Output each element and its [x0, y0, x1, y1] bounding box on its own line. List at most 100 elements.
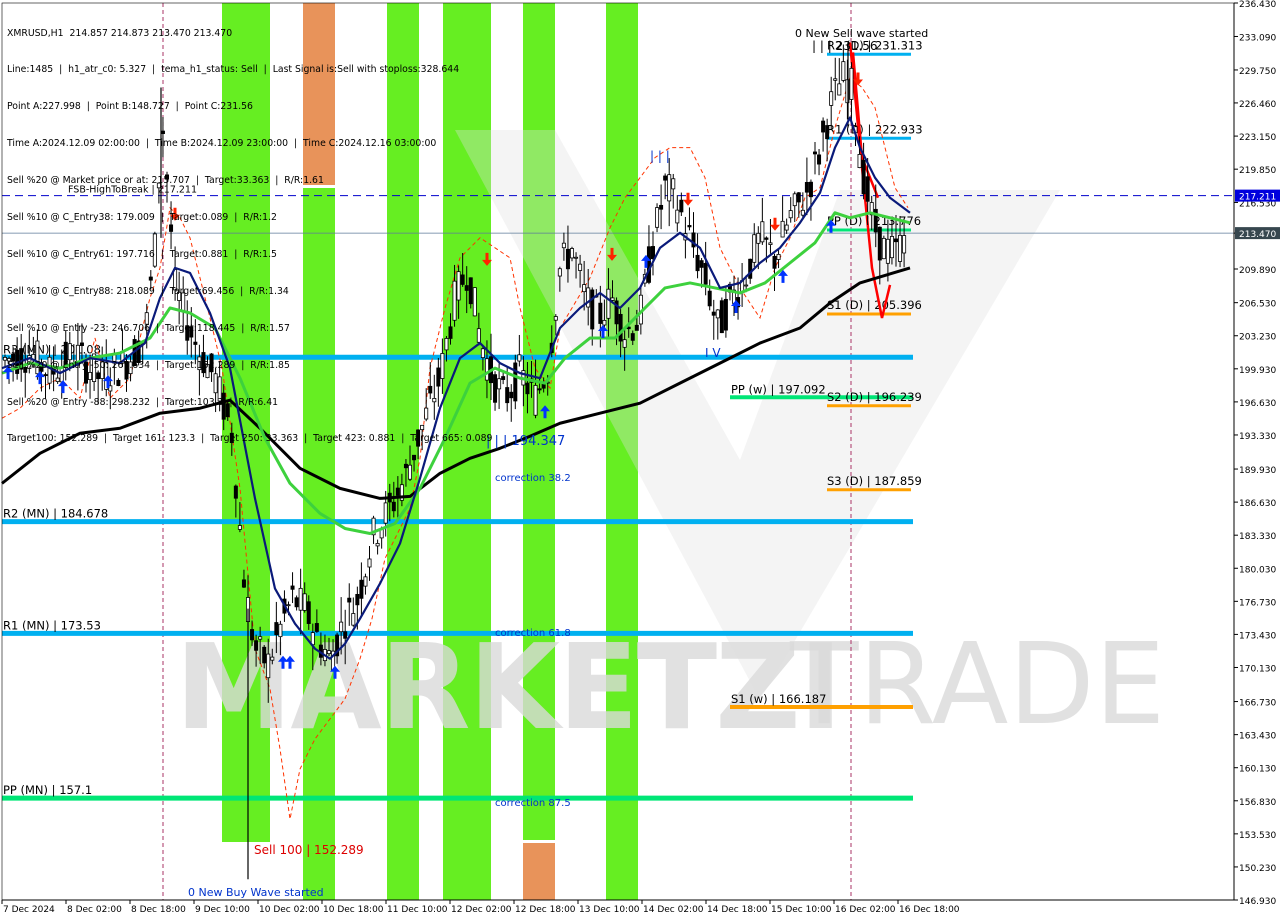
candle-body: [570, 248, 575, 259]
candle-body: [509, 391, 514, 399]
price-tick-label: 219.850: [1239, 166, 1276, 176]
price-tick-label: 229.750: [1239, 67, 1276, 77]
candle: [719, 297, 724, 334]
candle-body: [748, 258, 753, 279]
candle-body: [760, 221, 765, 243]
candle-body: [606, 288, 611, 319]
candle-body: [294, 597, 299, 608]
pivot-level-label: S1 (w) | 166.187: [731, 692, 826, 706]
candle-body: [679, 199, 684, 213]
candle-body: [699, 260, 704, 268]
price-tick-label: 189.930: [1239, 466, 1276, 476]
candle-body: [505, 387, 510, 404]
candle-body: [780, 220, 785, 238]
price-tick-label: 156.830: [1239, 798, 1276, 808]
candle-body: [646, 246, 651, 283]
candle-body: [898, 234, 903, 262]
candle: [359, 562, 364, 617]
candle: [788, 197, 793, 223]
current-price-tag-text: 213.470: [1239, 230, 1276, 240]
pivot-level-label: R2 (MN) | 184.678: [3, 507, 108, 521]
annotation-label: I V: [705, 346, 721, 360]
price-tick-label: 199.930: [1239, 366, 1276, 376]
candle-body: [493, 374, 498, 403]
candle-body: [877, 226, 882, 261]
candle: [699, 258, 704, 288]
candle-body: [258, 636, 263, 640]
candle-body: [651, 246, 656, 260]
candle-body: [792, 193, 797, 207]
candle: [367, 546, 372, 581]
annotation-label: correction 38.2: [495, 473, 571, 484]
symbol-title: XMRUSD,H1 214.857 214.873 213.470 213.47…: [7, 27, 233, 39]
info-line: Sell %10 @ Entry -23: 246.706 | Target:1…: [7, 322, 290, 334]
candle-body: [634, 324, 639, 331]
candle: [813, 142, 818, 175]
candle-body: [262, 646, 267, 664]
candle-body: [667, 174, 672, 202]
info-line: Sell %10 @ C_Entry61: 197.716 | Target:0…: [7, 248, 277, 260]
time-tick-label: 15 Dec 10:00: [771, 905, 832, 915]
candle: [723, 287, 728, 338]
candle-body: [711, 311, 716, 316]
candle-body: [837, 83, 842, 96]
candle: [752, 223, 757, 267]
candle-body: [655, 207, 660, 228]
candle: [817, 149, 822, 176]
info-line: Time A:2024.12.09 02:00:00 | Time B:2024…: [7, 138, 437, 150]
price-tick-label: 223.150: [1239, 133, 1276, 143]
candle: [691, 212, 696, 258]
price-tick-label: 203.230: [1239, 333, 1276, 343]
candle-body: [383, 502, 388, 524]
candle: [715, 309, 720, 340]
info-line: Sell %20 @ Market price or at: 215.707 |…: [7, 175, 324, 187]
candle: [772, 253, 777, 292]
candle-body: [586, 287, 591, 308]
candle-body: [796, 192, 801, 203]
candle-body: [557, 268, 562, 277]
candle: [825, 118, 830, 162]
annotation-label: 0 New Buy Wave started: [188, 886, 324, 899]
candle: [351, 597, 356, 627]
candle: [671, 173, 676, 209]
price-tick-label: 180.030: [1239, 565, 1276, 575]
candle-body: [574, 256, 579, 259]
candle-body: [553, 316, 558, 321]
candle-body: [861, 159, 866, 195]
info-line: Sell %10 @ C_Entry38: 179.009 | Target:0…: [7, 212, 277, 224]
price-tick-label: 233.090: [1239, 33, 1276, 43]
time-tick-label: 14 Dec 02:00: [643, 905, 704, 915]
candle-body: [804, 181, 809, 193]
info-line: Target100: 152.289 | Target 161: 123.3 |…: [7, 433, 493, 445]
candle-body: [849, 67, 854, 100]
candle-body: [533, 384, 538, 416]
candle: [760, 197, 765, 245]
candle-body: [695, 254, 700, 272]
candle-body: [881, 237, 886, 260]
candle-body: [351, 613, 356, 626]
price-tick-label: 163.430: [1239, 732, 1276, 742]
candle-body: [744, 284, 749, 287]
candle: [780, 196, 785, 238]
candle-body: [707, 290, 712, 307]
candle-body: [772, 255, 777, 269]
candle-body: [278, 623, 283, 638]
candle-body: [764, 237, 769, 240]
candle-body: [582, 284, 587, 293]
annotation-label: | | | 231.56: [812, 39, 878, 53]
candle-body: [250, 629, 255, 641]
candle: [881, 235, 886, 260]
candle-body: [610, 297, 615, 301]
candle-body: [314, 623, 319, 632]
candle-body: [347, 597, 352, 603]
candle-body: [841, 61, 846, 81]
price-tick-label: 196.630: [1239, 399, 1276, 409]
price-tick-label: 226.460: [1239, 100, 1276, 110]
candle-body: [800, 209, 805, 216]
candle-body: [784, 224, 789, 231]
candle: [837, 58, 842, 96]
candle-body: [885, 238, 890, 264]
price-tick-label: 193.330: [1239, 432, 1276, 442]
price-tick-label: 160.130: [1239, 765, 1276, 775]
candle-body: [598, 302, 603, 324]
